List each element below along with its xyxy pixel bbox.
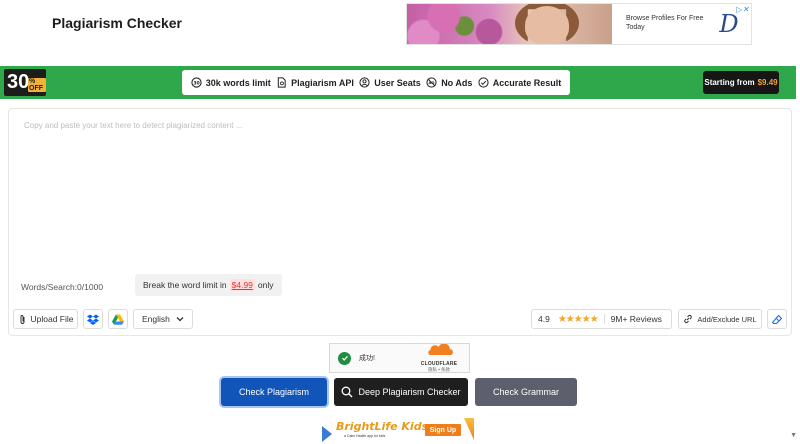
text-editor[interactable]: Copy and paste your text here to detect … [8, 108, 792, 336]
user-icon [359, 77, 370, 88]
feature-api: Plagiarism API [276, 77, 354, 88]
top-advertisement[interactable]: Browse Profiles For Free Today D ▷✕ [406, 3, 752, 45]
ad-corner-decoration [464, 418, 474, 440]
editor-right-tools: 4.9 ★★★★★ 9M+ Reviews Add/Exclude URL [531, 309, 787, 329]
bottom-advertisement[interactable]: BrightLife Kids a Calm Health app for ki… [322, 418, 476, 442]
scroll-down-icon[interactable]: ▼ [790, 432, 797, 439]
dropbox-icon [87, 314, 99, 325]
rating-value: 4.9 [538, 314, 550, 324]
language-select[interactable]: English [133, 309, 193, 329]
check-circle-icon [478, 77, 489, 88]
feature-word-limit: 30 30k words limit [191, 77, 271, 88]
rating-box: 4.9 ★★★★★ 9M+ Reviews [531, 309, 672, 329]
page-title: Plagiarism Checker [52, 15, 182, 31]
ad-tagline: a Calm Health app for kids [344, 434, 386, 438]
search-icon [342, 386, 353, 398]
deep-plagiarism-checker-button[interactable]: Deep Plagiarism Checker [334, 378, 468, 406]
add-exclude-url-button[interactable]: Add/Exclude URL [678, 309, 762, 329]
svg-text:30: 30 [193, 81, 199, 87]
dropbox-button[interactable] [83, 309, 103, 329]
upgrade-price-link[interactable]: $4.99 [229, 279, 255, 291]
ad-text: Browse Profiles For Free Today [626, 15, 704, 31]
document-icon [277, 77, 286, 88]
ad-choices-icon[interactable]: ▷✕ [736, 5, 749, 14]
ad-logo: D ▷✕ [719, 5, 749, 38]
ad-photo [407, 4, 612, 44]
text-input-placeholder[interactable]: Copy and paste your text here to detect … [24, 121, 242, 130]
promo-bar: 30 % OFF 30 30k words limit Plagiarism A… [0, 66, 796, 99]
star-rating-icon: ★★★★★ [557, 313, 599, 325]
check-grammar-button[interactable]: Check Grammar [475, 378, 577, 406]
check-plagiarism-button[interactable]: Check Plagiarism [221, 378, 327, 406]
premium-features: 30 30k words limit Plagiarism API User S… [182, 70, 570, 95]
feature-user-seats: User Seats [359, 77, 421, 88]
feature-accurate-result: Accurate Result [478, 77, 561, 88]
link-icon [684, 314, 693, 324]
ad-brand: BrightLife Kids [336, 420, 429, 433]
chevron-down-icon [176, 317, 184, 322]
ad-flag-icon [322, 426, 332, 442]
cloudflare-logo: CLOUDFLARE 隐私 • 条款 [415, 343, 463, 373]
google-drive-button[interactable] [108, 309, 128, 329]
word-count: Words/Search:0/1000 [21, 282, 104, 292]
captcha-links[interactable]: 隐私 • 条款 [415, 367, 463, 373]
ad-signup-button[interactable]: Sign Up [425, 424, 461, 436]
feature-no-ads: AD No Ads [426, 77, 472, 88]
cloudflare-captcha[interactable]: 成功! CLOUDFLARE 隐私 • 条款 [329, 343, 470, 373]
action-buttons: Check Plagiarism Deep Plagiarism Checker… [0, 378, 800, 406]
cloud-icon [428, 343, 453, 355]
upgrade-word-limit-banner[interactable]: Break the word limit in $4.99 only [135, 274, 282, 296]
eraser-icon [771, 314, 782, 324]
discount-badge[interactable]: 30 % OFF [4, 69, 46, 96]
page: Plagiarism Checker Browse Profiles For F… [0, 0, 800, 444]
upload-file-button[interactable]: Upload File [13, 309, 78, 329]
clear-text-button[interactable] [767, 309, 787, 329]
paperclip-icon [20, 314, 24, 324]
captcha-status: 成功! [359, 355, 375, 362]
reviews-count: 9M+ Reviews [603, 314, 662, 324]
no-limit-icon: 30 [191, 77, 202, 88]
starting-price-button[interactable]: Starting from $9.49 [703, 71, 779, 94]
success-check-icon [338, 351, 351, 365]
no-ads-icon: AD [426, 77, 437, 88]
google-drive-icon [112, 314, 124, 325]
editor-left-tools: Upload File English [13, 309, 198, 329]
